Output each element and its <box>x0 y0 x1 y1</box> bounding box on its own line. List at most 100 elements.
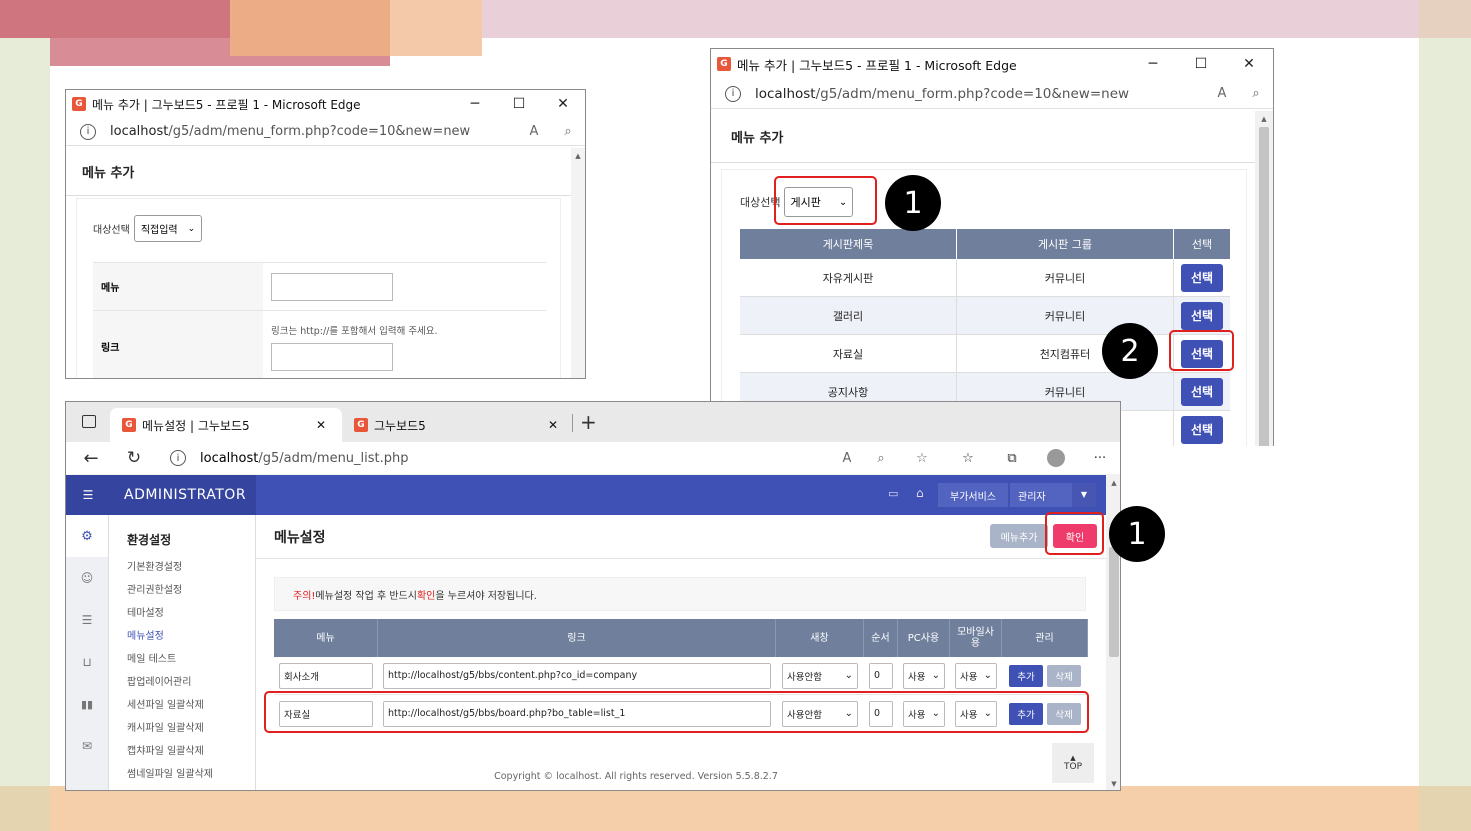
admin-header: ☰ ADMINISTRATOR ▭ ⌂ 부가서비스 관리자 ▼ <box>66 475 1106 515</box>
tab-label: 메뉴설정 | 그누보드5 <box>142 418 250 433</box>
info-icon[interactable]: i <box>170 450 186 466</box>
select-board-button[interactable]: 선택 <box>1181 263 1223 292</box>
gear-icon[interactable]: ⚙ <box>66 515 108 557</box>
select-board-button[interactable]: 선택 <box>1181 415 1223 444</box>
close-button[interactable]: ✕ <box>541 96 585 112</box>
title-bar: G 메뉴 추가 | 그누보드5 - 프로필 1 - Microsoft Edge… <box>66 90 585 118</box>
menu-input[interactable] <box>271 272 393 301</box>
scroll-down-arrow-icon[interactable]: ▼ <box>1106 780 1120 788</box>
cart-icon[interactable]: ⊔ <box>66 641 108 683</box>
target-select[interactable]: 게시판 ⌄ <box>784 187 854 217</box>
target-select[interactable]: 직접입력 ⌄ <box>133 215 203 242</box>
profile-avatar[interactable] <box>1034 449 1078 467</box>
tab-close-icon[interactable]: ✕ <box>316 418 342 432</box>
minimize-button[interactable]: ─ <box>453 96 497 112</box>
menu-toggle-icon[interactable]: ☰ <box>66 488 110 502</box>
add-submenu-button[interactable]: 추가 <box>1009 702 1043 725</box>
read-aloud-icon[interactable]: A <box>830 451 864 466</box>
admin-title[interactable]: ADMINISTRATOR <box>124 487 246 503</box>
favorite-add-icon[interactable]: ☆ <box>898 451 946 466</box>
add-menu-button[interactable]: 메뉴추가 <box>990 524 1048 548</box>
url-text[interactable]: localhost/g5/adm/menu_form.php?code=10&n… <box>110 124 517 139</box>
scrollbar[interactable]: ▲ <box>1255 111 1273 446</box>
pc-use-select[interactable]: 사용 ⌄ <box>903 700 945 727</box>
sidebar-item[interactable]: 테마설정 <box>109 602 255 625</box>
admin-menu-button[interactable]: 관리자 ▼ <box>1010 483 1096 507</box>
tab-active[interactable]: G 메뉴설정 | 그누보드5 ✕ <box>110 408 342 442</box>
order-input[interactable]: 0 <box>869 700 893 727</box>
new-tab-icon[interactable]: + <box>580 410 597 434</box>
scroll-thumb[interactable] <box>1259 127 1269 446</box>
confirm-button[interactable]: 확인 <box>1053 524 1097 548</box>
add-submenu-button[interactable]: 추가 <box>1009 664 1043 687</box>
sidebar-item[interactable]: 기본환경설정 <box>109 556 255 579</box>
tab-actions-icon[interactable] <box>82 415 96 428</box>
address-bar[interactable]: i localhost/g5/adm/menu_form.php?code=10… <box>66 118 585 146</box>
close-button[interactable]: ✕ <box>1225 56 1273 72</box>
addon-services-button[interactable]: 부가서비스 <box>938 483 1008 507</box>
back-icon[interactable]: ← <box>66 448 116 469</box>
chevron-down-icon: ⌄ <box>844 670 853 681</box>
menu-name-input[interactable]: 회사소개 <box>279 662 373 689</box>
step-badge-2: 2 <box>1102 323 1158 379</box>
info-icon[interactable]: i <box>725 85 741 102</box>
menu-link-input[interactable]: http://localhost/g5/bbs/content.php?co_i… <box>383 662 771 689</box>
mobile-use-select[interactable]: 사용 ⌄ <box>955 662 997 689</box>
sidebar-item[interactable]: 썸네일파일 일괄삭제 <box>109 763 255 786</box>
minimize-button[interactable]: ─ <box>1129 56 1177 72</box>
pc-use-select[interactable]: 사용 ⌄ <box>903 662 945 689</box>
scrollbar[interactable]: ▲ <box>571 148 585 378</box>
user-icon[interactable]: ☺ <box>66 557 108 599</box>
sidebar-item[interactable]: 캐시파일 일괄삭제 <box>109 717 255 740</box>
refresh-icon[interactable]: ↻ <box>116 448 152 468</box>
new-window-select[interactable]: 사용안함 ⌄ <box>782 662 858 689</box>
chart-icon[interactable]: ▮▮ <box>66 683 108 725</box>
url-field[interactable]: i localhost/g5/adm/menu_list.php <box>152 446 830 470</box>
sidebar-item[interactable]: 관리권한설정 <box>109 579 255 602</box>
delete-menu-button[interactable]: 삭제 <box>1047 702 1081 725</box>
scroll-up-arrow-icon[interactable]: ▲ <box>1106 479 1120 487</box>
scroll-thumb[interactable] <box>1109 547 1119 657</box>
url-text[interactable]: localhost/g5/adm/menu_form.php?code=10&n… <box>755 86 1205 102</box>
menu-link-input[interactable]: http://localhost/g5/bbs/board.php?bo_tab… <box>383 700 771 727</box>
info-icon[interactable]: i <box>80 123 96 140</box>
home-icon[interactable]: ⌂ <box>916 486 924 500</box>
mail-icon[interactable]: ✉ <box>66 725 108 767</box>
read-aloud-icon[interactable]: A <box>517 124 551 139</box>
order-input[interactable]: 0 <box>869 662 893 689</box>
sidebar-item[interactable]: 메일 테스트 <box>109 648 255 671</box>
tab-separator <box>572 414 573 432</box>
favorites-icon[interactable]: ☆ <box>946 451 990 466</box>
delete-menu-button[interactable]: 삭제 <box>1047 664 1081 687</box>
select-board-button[interactable]: 선택 <box>1181 301 1223 330</box>
zoom-icon[interactable]: ⌕ <box>864 451 898 466</box>
tab-inactive[interactable]: G 그누보드5 ✕ <box>348 408 570 442</box>
select-board-button[interactable]: 선택 <box>1181 377 1223 406</box>
scroll-up-arrow-icon[interactable]: ▲ <box>571 152 585 160</box>
new-window-select[interactable]: 사용안함 ⌄ <box>782 700 858 727</box>
tab-close-icon[interactable]: ✕ <box>548 418 570 432</box>
zoom-icon[interactable]: ⌕ <box>551 124 585 139</box>
maximize-button[interactable]: ☐ <box>1177 56 1225 72</box>
sidebar-item[interactable]: 메뉴설정 <box>109 625 255 648</box>
top-button[interactable]: ▲ TOP <box>1052 743 1094 783</box>
link-input[interactable] <box>271 343 393 371</box>
sidebar-item[interactable]: 팝업레이어관리 <box>109 671 255 694</box>
read-aloud-icon[interactable]: A <box>1205 86 1239 101</box>
shop-icon[interactable]: ▭ <box>888 487 898 500</box>
collections-icon[interactable]: ⧉ <box>990 451 1034 466</box>
link-help-text: 링크는 http://를 포함해서 입력해 주세요. <box>271 326 438 337</box>
sidebar-item[interactable]: 캡챠파일 일괄삭제 <box>109 740 255 763</box>
zoom-icon[interactable]: ⌕ <box>1239 86 1273 101</box>
more-icon[interactable]: ··· <box>1078 451 1120 466</box>
menu-table-row: 자료실 http://localhost/g5/bbs/board.php?bo_… <box>274 695 1088 733</box>
menu-name-input[interactable]: 자료실 <box>279 700 373 727</box>
sidebar-item[interactable]: 세션파일 일괄삭제 <box>109 694 255 717</box>
list-icon[interactable]: ☰ <box>66 599 108 641</box>
mobile-use-select[interactable]: 사용 ⌄ <box>955 700 997 727</box>
address-bar[interactable]: i localhost/g5/adm/menu_form.php?code=10… <box>711 79 1273 109</box>
url-path: /g5/adm/menu_list.php <box>258 450 409 466</box>
scroll-up-arrow-icon[interactable]: ▲ <box>1255 115 1273 123</box>
maximize-button[interactable]: ☐ <box>497 96 541 112</box>
select-board-button[interactable]: 선택 <box>1181 339 1223 368</box>
